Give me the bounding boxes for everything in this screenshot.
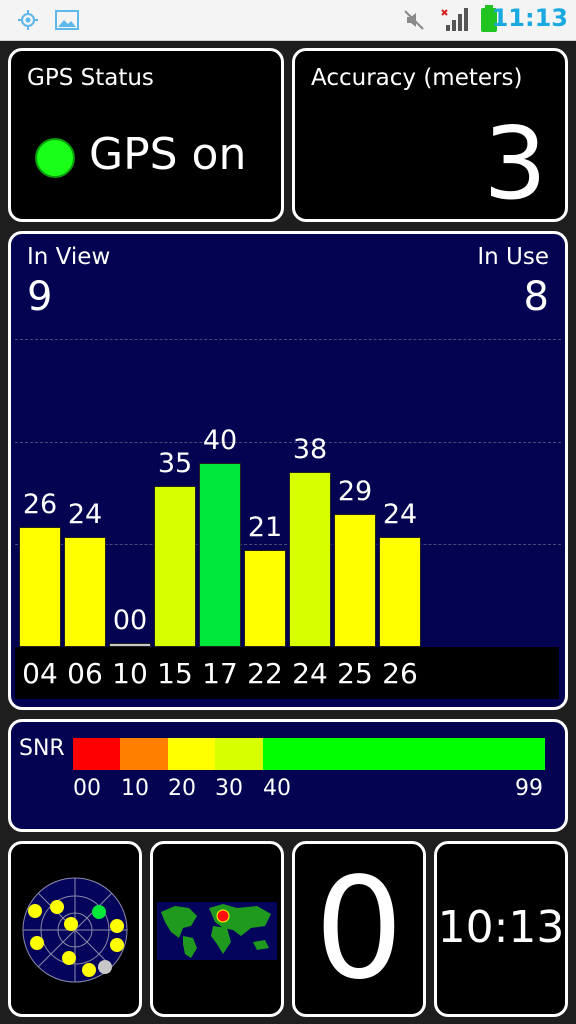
gps-indicator-icon bbox=[35, 138, 75, 178]
snr-value-label: 40 bbox=[202, 425, 238, 456]
status-bar: 11:13 bbox=[0, 0, 576, 41]
counter-tile[interactable]: 0 bbox=[292, 841, 426, 1017]
accuracy-panel[interactable]: Accuracy (meters) 3 bbox=[292, 48, 568, 222]
in-use-count: 8 bbox=[523, 274, 549, 320]
signal-no-data-icon bbox=[440, 5, 470, 37]
gps-status-value: GPS on bbox=[89, 129, 247, 180]
snr-value-label: 00 bbox=[112, 605, 148, 636]
sky-view-tile[interactable] bbox=[8, 841, 142, 1017]
status-time: 11:13 bbox=[491, 4, 568, 32]
snr-tick-40: 40 bbox=[263, 776, 291, 801]
snr-scale-segment bbox=[215, 738, 263, 770]
counter-value: 0 bbox=[314, 848, 404, 1011]
snr-bar-04 bbox=[19, 527, 61, 647]
snr-bar-26 bbox=[379, 536, 421, 647]
snr-bar-22 bbox=[244, 550, 286, 647]
snr-tick-00: 00 bbox=[73, 776, 101, 801]
gps-status-panel[interactable]: GPS Status GPS on bbox=[8, 48, 284, 222]
snr-value-label: 38 bbox=[292, 434, 328, 466]
snr-scale-segment bbox=[263, 738, 545, 770]
world-map-tile[interactable] bbox=[150, 841, 284, 1017]
snr-tick-20: 20 bbox=[168, 776, 196, 801]
snr-tick-30: 30 bbox=[215, 776, 243, 801]
gps-target-icon bbox=[16, 8, 40, 36]
world-map-icon bbox=[157, 902, 277, 960]
snr-bar-17 bbox=[199, 463, 241, 647]
prn-label-26: 26 bbox=[382, 657, 418, 690]
clock-tile[interactable]: 10:13 bbox=[434, 841, 568, 1017]
in-view-count: 9 bbox=[27, 274, 53, 320]
snr-tick-10: 10 bbox=[121, 776, 149, 801]
snr-bar-15 bbox=[154, 486, 196, 647]
accuracy-value: 3 bbox=[483, 105, 547, 222]
mute-icon bbox=[402, 8, 426, 36]
snr-scale-segment bbox=[120, 738, 168, 770]
snr-scale-segment bbox=[73, 738, 120, 770]
in-use-label: In Use bbox=[477, 244, 549, 270]
snr-bar-25 bbox=[334, 513, 376, 647]
snr-value-label: 24 bbox=[382, 498, 418, 530]
snr-legend-panel: SNR 00 10 20 30 40 99 bbox=[8, 719, 568, 832]
gridline bbox=[15, 339, 561, 341]
clock-value: 10:13 bbox=[437, 902, 565, 953]
sky-view-icon bbox=[22, 877, 128, 983]
image-icon bbox=[54, 8, 80, 36]
snr-scale-segment bbox=[168, 738, 215, 770]
satellite-snr-chart[interactable]: In View 9 In Use 8 26 24 00 35 40 21 38 29 24 04… bbox=[8, 231, 568, 710]
gps-status-label: GPS Status bbox=[27, 65, 154, 91]
snr-value-label: 24 bbox=[67, 498, 103, 530]
snr-title: SNR bbox=[19, 736, 65, 761]
accuracy-label: Accuracy (meters) bbox=[311, 65, 523, 91]
in-view-label: In View bbox=[27, 244, 111, 270]
snr-value-label: 21 bbox=[247, 512, 283, 544]
snr-tick-99: 99 bbox=[515, 776, 543, 801]
